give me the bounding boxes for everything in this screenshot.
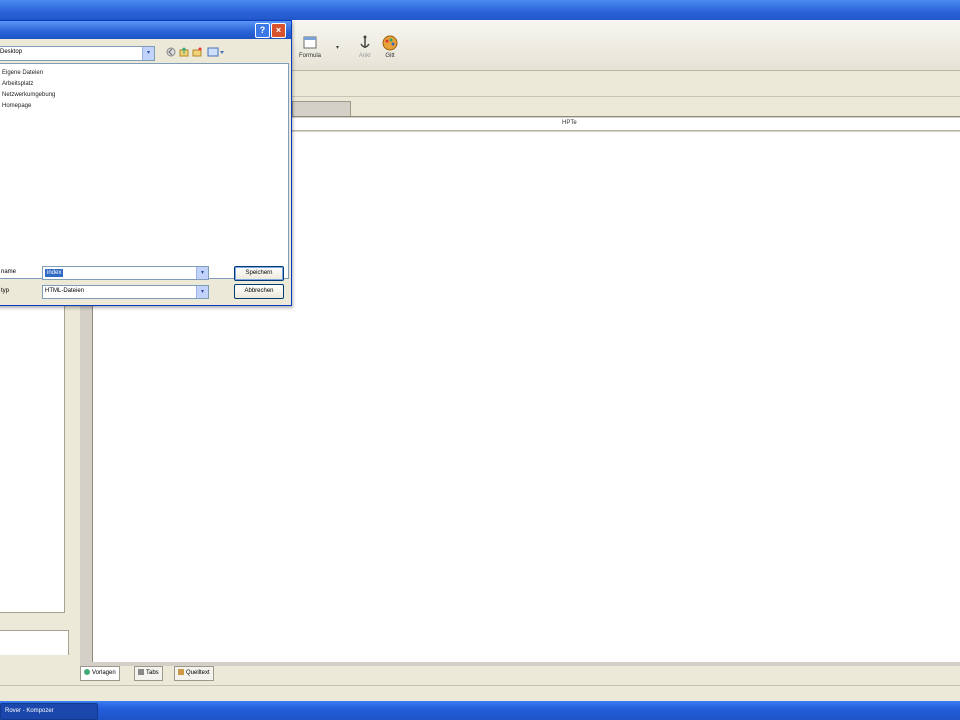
taskbar: Rover - Kompozer — [0, 701, 960, 720]
dropdown-arrow-icon[interactable]: ▾ — [336, 44, 339, 51]
site-info-box — [0, 630, 69, 655]
dialog-title-bar: ? × — [0, 21, 291, 39]
view-menu-icon[interactable] — [207, 47, 225, 57]
look-in-select[interactable]: Desktop ▾ — [0, 46, 155, 61]
tab-source[interactable]: Quelltext — [174, 666, 214, 681]
back-icon[interactable] — [166, 47, 176, 57]
filetype-select[interactable]: HTML-Dateien ▾ — [42, 285, 209, 299]
site-tree[interactable] — [0, 305, 65, 613]
formula-button[interactable]: Formula — [290, 34, 330, 70]
filename-field[interactable]: index ▾ — [42, 266, 209, 280]
tab-tags[interactable]: Tabs — [134, 666, 163, 681]
tag-label: HPTe — [562, 120, 577, 126]
help-button[interactable]: ? — [255, 23, 270, 38]
file-list[interactable]: Eigene Dateien Arbeitsplatz Netzwerkumge… — [0, 63, 289, 279]
list-item[interactable]: Homepage — [2, 103, 31, 109]
chevron-down-icon[interactable]: ▾ — [196, 286, 208, 298]
new-folder-icon[interactable] — [192, 47, 202, 57]
cancel-button[interactable]: Abbrechen — [234, 284, 284, 299]
site-manager-panel — [0, 305, 72, 685]
css-label: Gitt — [385, 53, 395, 59]
filetype-label: typ — [1, 288, 10, 294]
table-icon — [303, 36, 317, 49]
list-item[interactable]: Eigene Dateien — [2, 70, 43, 76]
palette-icon — [382, 35, 398, 51]
close-button[interactable]: × — [271, 23, 286, 38]
tab-preview[interactable]: Vorlagen — [80, 666, 120, 681]
save-dialog: ? × Desktop ▾ Eigene Dateien Arbeitsplat… — [0, 20, 292, 306]
document-tab[interactable] — [292, 101, 351, 116]
taskbar-item-kompozer[interactable]: Rover - Kompozer — [0, 703, 98, 720]
chevron-down-icon[interactable]: ▾ — [196, 267, 208, 279]
status-bar — [0, 685, 960, 702]
tags-icon — [138, 669, 144, 676]
source-icon — [178, 669, 184, 676]
chevron-down-icon[interactable]: ▾ — [142, 47, 154, 60]
view-mode-tabs: Vorlagen Tabs Quelltext — [78, 666, 960, 682]
up-folder-icon[interactable] — [179, 47, 189, 57]
css-button[interactable]: Gitt — [370, 34, 410, 70]
window-title-bar — [0, 0, 960, 20]
filename-label: name — [1, 269, 17, 275]
preview-icon — [84, 669, 90, 676]
save-button[interactable]: Speichern — [234, 266, 284, 281]
list-item[interactable]: Arbeitsplatz — [2, 81, 33, 87]
list-item[interactable]: Netzwerkumgebung — [2, 92, 55, 98]
formula-label: Formula — [298, 53, 321, 59]
